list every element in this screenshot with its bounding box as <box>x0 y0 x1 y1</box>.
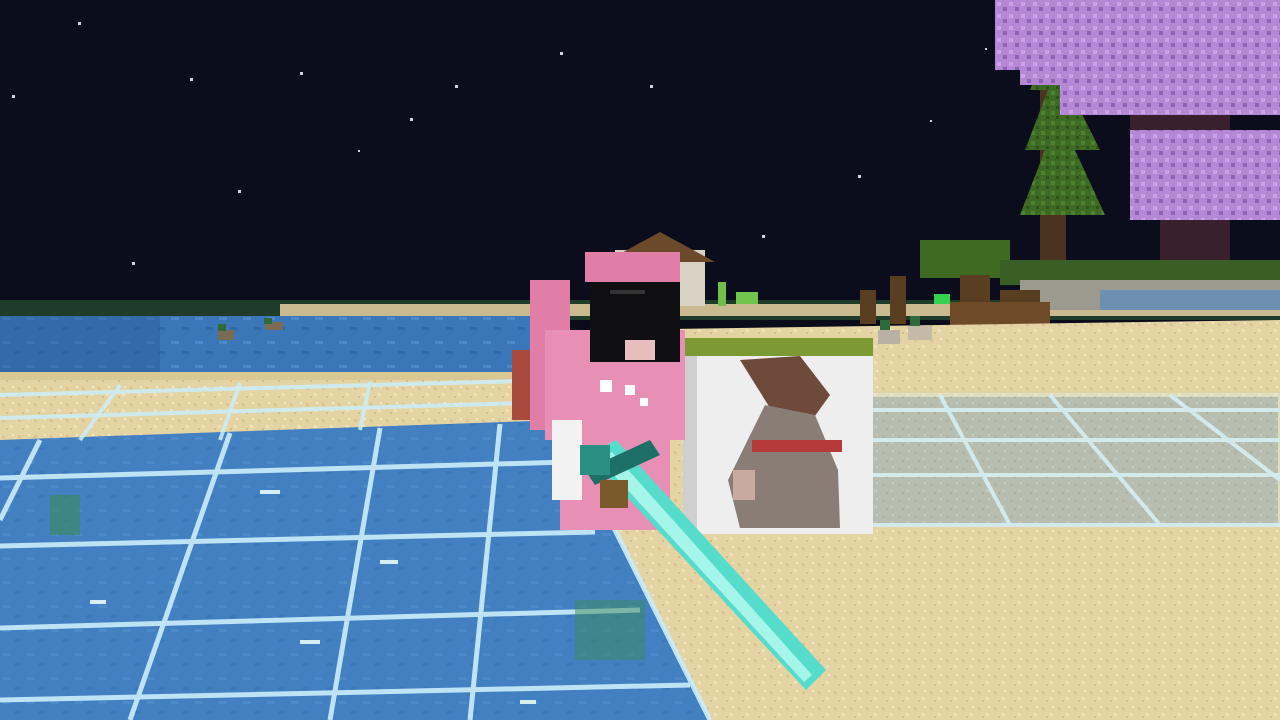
bushes <box>920 240 1010 278</box>
sugar-cane <box>736 292 758 304</box>
seagrass <box>575 600 645 660</box>
sugar-cane <box>718 282 726 306</box>
game-viewport[interactable] <box>0 0 1280 720</box>
world-render <box>0 0 1280 720</box>
green-sign <box>934 294 950 304</box>
glass-grid-right <box>858 393 1280 527</box>
stream <box>1100 290 1280 310</box>
seagrass <box>50 495 80 535</box>
painting-block[interactable] <box>683 338 873 534</box>
ocean-deep <box>0 316 160 376</box>
